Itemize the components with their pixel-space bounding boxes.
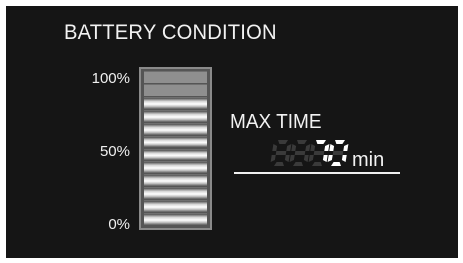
battery-screen: BATTERY CONDITION 100% 50% 0% MAX TIME 7… xyxy=(6,6,458,258)
digit-segment xyxy=(308,155,314,162)
battery-segment xyxy=(144,83,207,96)
digit-segment xyxy=(335,140,345,144)
digit-segment xyxy=(275,151,287,155)
tick-label-100: 100% xyxy=(91,70,130,87)
battery-segment xyxy=(144,174,207,187)
digit-segment xyxy=(316,140,326,144)
inactive-digit xyxy=(289,140,311,166)
battery-segment xyxy=(144,161,207,174)
digit-segment xyxy=(312,162,322,166)
max-time-unit: min xyxy=(352,149,385,171)
max-time-label: MAX TIME xyxy=(230,111,322,133)
battery-segment xyxy=(144,71,207,83)
digit-segment xyxy=(297,140,307,144)
digit-segment xyxy=(332,151,344,155)
digit-segment xyxy=(331,162,341,166)
inactive-digit xyxy=(270,140,292,166)
max-time-value-display xyxy=(270,140,350,170)
battery-segment xyxy=(144,122,207,135)
digit-segment xyxy=(286,144,292,151)
digit-segment xyxy=(293,162,303,166)
digit-segment xyxy=(291,144,297,151)
digit-segment xyxy=(303,155,309,162)
battery-segment xyxy=(144,200,207,213)
digit-segment xyxy=(322,155,328,162)
digit-segment xyxy=(310,144,316,151)
page-title: BATTERY CONDITION xyxy=(64,21,277,44)
max-time-underline xyxy=(234,172,400,174)
battery-segment xyxy=(144,109,207,122)
digit-segment xyxy=(324,144,330,151)
digit-segment xyxy=(289,155,295,162)
active-digit xyxy=(308,140,330,166)
digit-segment xyxy=(327,155,333,162)
digit-segment xyxy=(305,144,311,151)
battery-level-gauge xyxy=(139,67,212,230)
digit-segment xyxy=(313,151,325,155)
battery-segment xyxy=(144,135,207,148)
digit-segment xyxy=(343,144,349,151)
battery-segment xyxy=(144,148,207,161)
active-digit xyxy=(327,140,349,166)
digit-segment xyxy=(329,144,335,151)
tick-label-50: 50% xyxy=(99,143,130,160)
battery-segment xyxy=(144,96,207,109)
tick-label-0: 0% xyxy=(108,216,130,233)
seven-segment-digits xyxy=(270,140,349,166)
digit-segment xyxy=(341,155,347,162)
digit-segment xyxy=(284,155,290,162)
battery-segment xyxy=(144,187,207,200)
digit-segment xyxy=(270,155,276,162)
digit-segment xyxy=(278,140,288,144)
digit-segment xyxy=(274,162,284,166)
digit-segment xyxy=(294,151,306,155)
digit-segment xyxy=(272,144,278,151)
battery-segment xyxy=(144,213,207,225)
